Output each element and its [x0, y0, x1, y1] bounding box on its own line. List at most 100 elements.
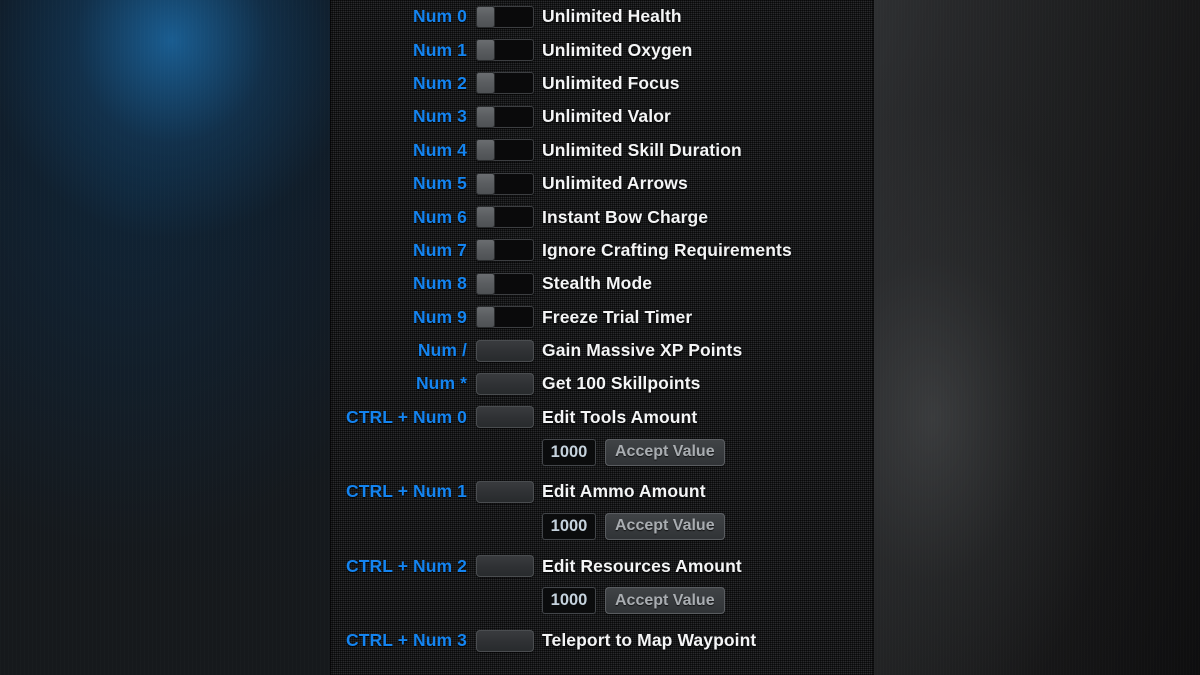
toggle-knob[interactable] [477, 307, 494, 328]
cheat-activate-button[interactable] [476, 480, 534, 503]
cheat-toggle[interactable] [476, 39, 534, 62]
cheat-toggle[interactable] [476, 306, 534, 329]
cheat-control-cell [476, 629, 534, 652]
cheat-label: Unlimited Valor [542, 106, 671, 127]
cheat-control-cell [476, 139, 534, 162]
hotkey-label: CTRL + Num 2 [346, 555, 467, 576]
cheat-label: Ignore Crafting Requirements [542, 239, 792, 260]
cheat-control-cell [476, 339, 534, 362]
value-editor-row: 1000 Accept Value [330, 434, 874, 470]
cheat-control-cell [476, 206, 534, 229]
cheat-control-cell [476, 39, 534, 62]
cheat-row: Num 6 Instant Bow Charge [330, 200, 874, 233]
hotkey-label: Num 8 [413, 273, 467, 294]
cheat-activate-button[interactable] [476, 339, 534, 362]
cheat-label: Edit Resources Amount [542, 555, 742, 576]
toggle-knob[interactable] [477, 240, 494, 261]
cheat-toggle[interactable] [476, 72, 534, 95]
toggle-knob[interactable] [477, 40, 494, 61]
cheat-row: Num 5 Unlimited Arrows [330, 167, 874, 200]
hotkey-label: Num 3 [413, 106, 467, 127]
cheat-row: CTRL + Num 1 Edit Ammo Amount [330, 475, 874, 508]
cheat-activate-button[interactable] [476, 372, 534, 395]
hotkey-label: CTRL + Num 0 [346, 406, 467, 427]
hotkey-label: Num * [415, 373, 467, 394]
toggle-knob[interactable] [477, 207, 494, 228]
cheat-control-cell [476, 5, 534, 28]
desktop-background-right [874, 0, 1200, 675]
cheat-control-cell [476, 480, 534, 503]
cheat-control-cell [476, 172, 534, 195]
toggle-knob[interactable] [477, 106, 494, 127]
toggle-knob[interactable] [477, 140, 494, 161]
cheat-control-cell [476, 105, 534, 128]
hotkey-label: CTRL + Num 1 [346, 481, 467, 502]
hotkey-label: Num 5 [413, 173, 467, 194]
cheat-row: CTRL + Num 0 Edit Tools Amount [330, 401, 874, 434]
cheat-row: Num * Get 100 Skillpoints [330, 367, 874, 400]
cheat-control-cell [476, 72, 534, 95]
cheat-control-cell [476, 306, 534, 329]
hotkey-label: CTRL + Num 3 [346, 630, 467, 651]
cheat-list: Num 0 Unlimited Health Num 1 Unlimited Oxyg… [330, 0, 874, 657]
value-input[interactable]: 1000 [542, 438, 596, 466]
hotkey-label: Num 1 [413, 39, 467, 60]
cheat-activate-button[interactable] [476, 406, 534, 429]
cheat-label: Unlimited Health [542, 6, 682, 27]
cheat-activate-button[interactable] [476, 555, 534, 578]
cheat-row: Num 9 Freeze Trial Timer [330, 301, 874, 334]
hotkey-label: Num 6 [413, 206, 467, 227]
trainer-panel: Num 0 Unlimited Health Num 1 Unlimited Oxyg… [330, 0, 874, 675]
cheat-row: Num / Gain Massive XP Points [330, 334, 874, 367]
desktop-background-left [0, 0, 330, 675]
cheat-toggle[interactable] [476, 272, 534, 295]
value-editor-row: 1000 Accept Value [330, 508, 874, 544]
cheat-row: Num 1 Unlimited Oxygen [330, 33, 874, 66]
toggle-knob[interactable] [477, 6, 494, 27]
accept-value-button[interactable]: Accept Value [605, 438, 725, 466]
toggle-knob[interactable] [477, 73, 494, 94]
hotkey-label: Num / [417, 340, 467, 361]
cheat-toggle[interactable] [476, 105, 534, 128]
cheat-label: Freeze Trial Timer [542, 306, 693, 327]
hotkey-label: Num 0 [413, 6, 467, 27]
accept-value-button[interactable]: Accept Value [605, 512, 725, 540]
toggle-knob[interactable] [477, 273, 494, 294]
cheat-row: Num 2 Unlimited Focus [330, 67, 874, 100]
cheat-label: Get 100 Skillpoints [542, 373, 701, 394]
cheat-control-cell [476, 372, 534, 395]
cheat-label: Teleport to Map Waypoint [542, 630, 757, 651]
accept-value-button[interactable]: Accept Value [605, 587, 725, 615]
cheat-label: Unlimited Focus [542, 72, 680, 93]
cheat-row: Num 0 Unlimited Health [330, 0, 874, 33]
cheat-row: Num 8 Stealth Mode [330, 267, 874, 300]
screen: Num 0 Unlimited Health Num 1 Unlimited Oxyg… [0, 0, 1200, 675]
cheat-toggle[interactable] [476, 206, 534, 229]
cheat-toggle[interactable] [476, 239, 534, 262]
cheat-toggle[interactable] [476, 5, 534, 28]
hotkey-label: Num 9 [413, 306, 467, 327]
cheat-control-cell [476, 555, 534, 578]
value-input[interactable]: 1000 [542, 587, 596, 615]
cheat-row: CTRL + Num 3 Teleport to Map Waypoint [330, 624, 874, 657]
toggle-knob[interactable] [477, 173, 494, 194]
cheat-toggle[interactable] [476, 172, 534, 195]
cheat-activate-button[interactable] [476, 629, 534, 652]
cheat-label: Edit Tools Amount [542, 406, 698, 427]
cheat-toggle[interactable] [476, 139, 534, 162]
value-editor-row: 1000 Accept Value [330, 583, 874, 619]
cheat-label: Edit Ammo Amount [542, 481, 706, 502]
cheat-label: Gain Massive XP Points [542, 340, 743, 361]
value-input[interactable]: 1000 [542, 512, 596, 540]
cheat-control-cell [476, 406, 534, 429]
cheat-row: Num 3 Unlimited Valor [330, 100, 874, 133]
cheat-row: CTRL + Num 2 Edit Resources Amount [330, 549, 874, 582]
cheat-control-cell [476, 272, 534, 295]
cheat-control-cell [476, 239, 534, 262]
cheat-label: Unlimited Arrows [542, 173, 688, 194]
cheat-row: Num 4 Unlimited Skill Duration [330, 134, 874, 167]
hotkey-label: Num 4 [413, 139, 467, 160]
cheat-row: Num 7 Ignore Crafting Requirements [330, 234, 874, 267]
cheat-label: Unlimited Oxygen [542, 39, 693, 60]
hotkey-label: Num 2 [413, 72, 467, 93]
